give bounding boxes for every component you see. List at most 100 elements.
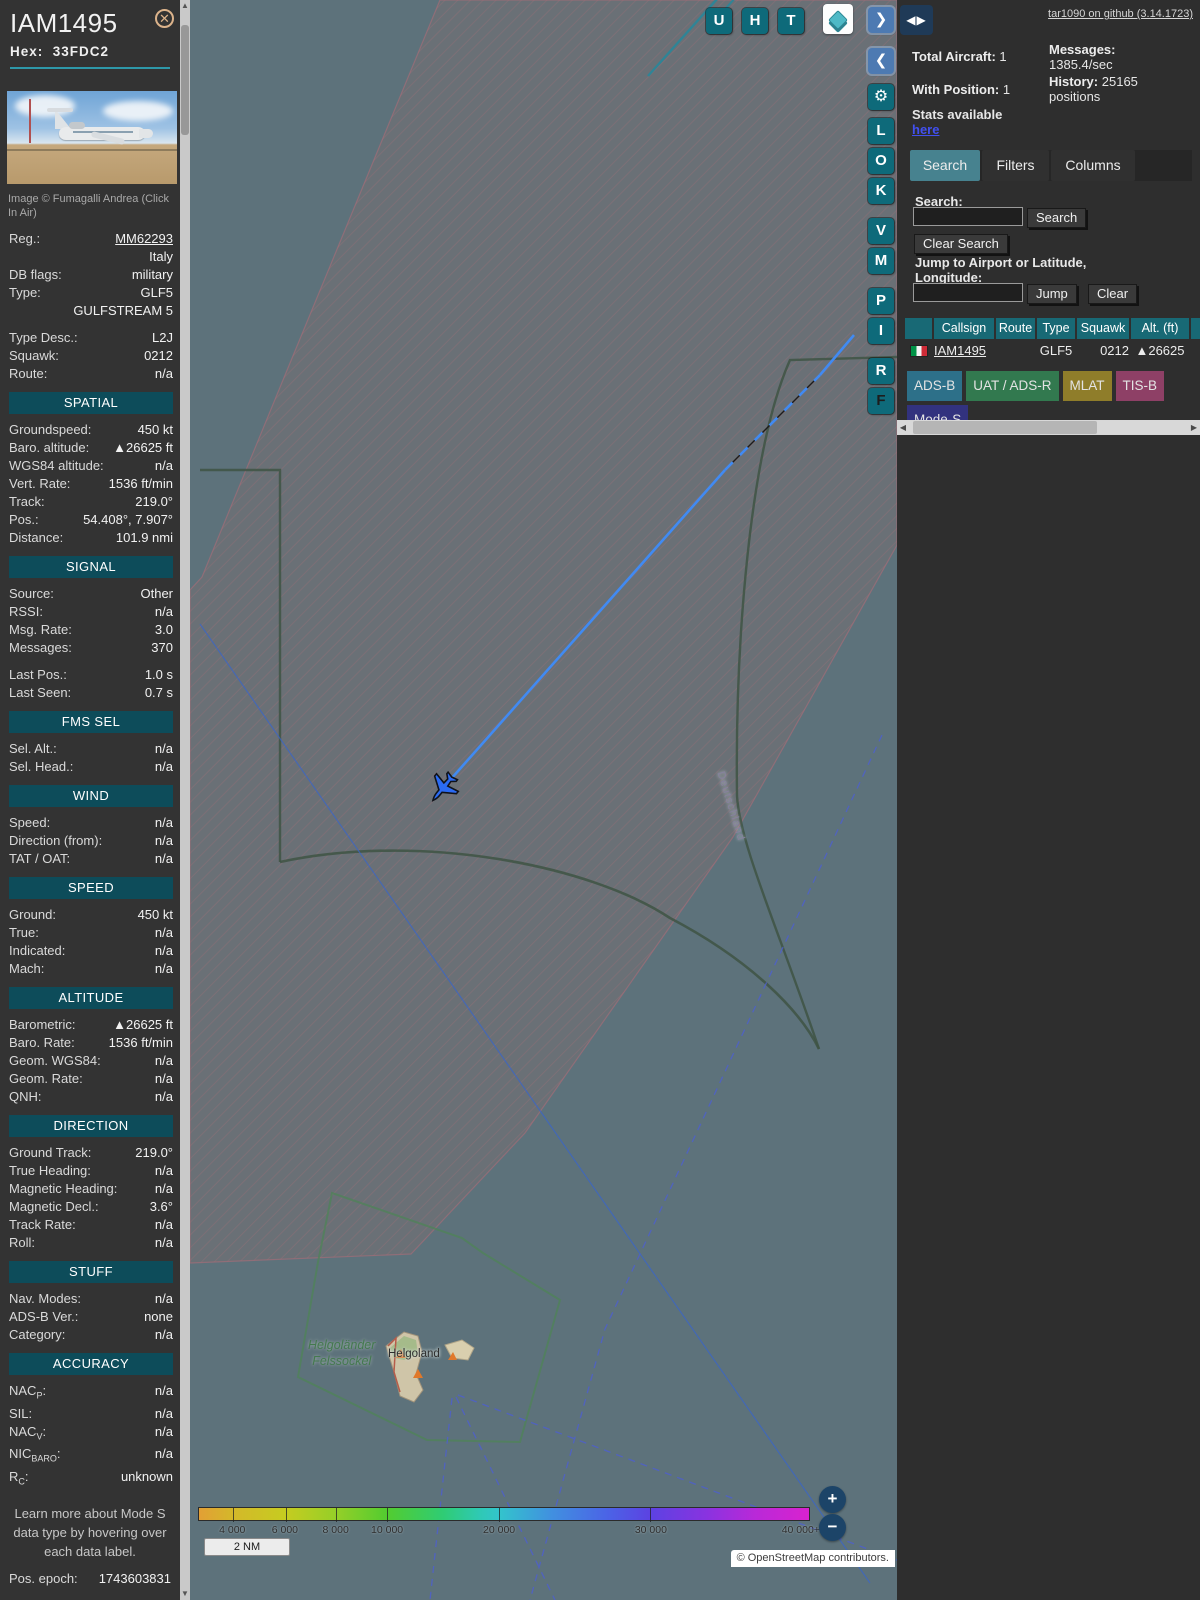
section-header-fms-sel: FMS SEL	[9, 711, 173, 733]
table-callsign-link[interactable]: IAM1495	[934, 343, 986, 358]
data-row: Baro. altitude: ▲26625 ft	[9, 440, 173, 455]
scroll-up-icon[interactable]: ▲	[180, 0, 190, 12]
data-row: Reg.: MM62293	[9, 230, 173, 248]
clear-jump-button[interactable]: Clear	[1088, 284, 1138, 304]
legend-chip-uatadsr[interactable]: UAT / ADS-R	[966, 371, 1059, 401]
data-value: GULFSTREAM 5	[73, 303, 173, 318]
github-link[interactable]: tar1090 on github (3.14.1723)	[1048, 8, 1193, 20]
table-cell: 0212	[1100, 343, 1129, 358]
jump-button[interactable]: Jump	[1027, 284, 1077, 304]
table-cell	[1191, 341, 1200, 363]
map[interactable]: Deutschland Helgoland Helgoländer Felsso…	[190, 0, 897, 1600]
data-value: 219.0°	[135, 1145, 173, 1160]
data-value: n/a	[154, 759, 173, 774]
altitude-tick-label: 8 000	[322, 1524, 349, 1536]
aircraft-marker[interactable]	[413, 758, 473, 818]
hscrollbar-thumb[interactable]	[913, 421, 1097, 434]
data-row: True: n/a	[9, 925, 173, 940]
data-value: n/a	[154, 1181, 173, 1196]
altitude-tick-label: 4 000	[219, 1524, 246, 1536]
jump-input[interactable]	[913, 283, 1023, 302]
table-header-row: CallsignRouteTypeSquawkAlt. (ft)Sp	[905, 318, 1200, 339]
map-button-L[interactable]: L	[868, 118, 894, 144]
tab-columns[interactable]: Columns	[1051, 150, 1135, 181]
column-header-flag[interactable]	[905, 318, 932, 339]
map-button-expand-right[interactable]: ❯	[868, 7, 894, 33]
map-button-U[interactable]: U	[706, 8, 732, 34]
data-value: 1.0 s	[144, 667, 173, 682]
column-header-Type[interactable]: Type	[1037, 318, 1075, 339]
data-value: military	[131, 267, 173, 282]
table-horizontal-scrollbar[interactable]: ◀ ▶	[897, 420, 1200, 435]
zoom-out-button[interactable]: −	[819, 1514, 846, 1541]
column-header-Alt. (ft)[interactable]: Alt. (ft)	[1131, 318, 1189, 339]
data-value: 3.0	[154, 622, 173, 637]
map-button-V[interactable]: V	[868, 218, 894, 244]
search-button[interactable]: Search	[1027, 208, 1087, 228]
data-row: Route: n/a	[9, 366, 173, 381]
zoom-in-button[interactable]: +	[819, 1486, 846, 1513]
altitude-tick-label: 10 000	[371, 1524, 404, 1536]
data-row: Sel. Head.: n/a	[9, 759, 173, 774]
data-value: n/a	[154, 833, 173, 848]
map-button-settings-gear[interactable]: ⚙	[868, 84, 894, 110]
stats-here-link[interactable]: here	[912, 122, 939, 137]
data-value: GLF5	[140, 285, 173, 300]
section-header-direction: DIRECTION	[9, 1115, 173, 1137]
data-value: n/a	[154, 1071, 173, 1086]
panel-toggle-button[interactable]: ◀▶	[900, 5, 933, 35]
tab-filters[interactable]: Filters	[982, 150, 1049, 181]
scroll-right-icon[interactable]: ▶	[1188, 420, 1200, 435]
map-button-P[interactable]: P	[868, 288, 894, 314]
data-value: n/a	[154, 925, 173, 940]
column-header-Squawk[interactable]: Squawk	[1077, 318, 1129, 339]
altitude-tick-label: 40 000+	[781, 1524, 820, 1536]
data-value[interactable]: MM62293	[115, 230, 173, 248]
clear-search-button[interactable]: Clear Search	[914, 234, 1008, 254]
data-value: n/a	[154, 741, 173, 756]
search-input[interactable]	[913, 207, 1023, 226]
layers-button[interactable]	[823, 4, 853, 34]
map-button-collapse-left[interactable]: ❮	[868, 48, 894, 74]
table-row[interactable]: IAM1495 GLF5 0212 ▲26625	[905, 341, 1200, 363]
data-value: unknown	[120, 1468, 173, 1484]
column-header-Route[interactable]: Route	[996, 318, 1035, 339]
column-header-Callsign[interactable]: Callsign	[934, 318, 994, 339]
data-row: Track Rate: n/a	[9, 1217, 173, 1232]
table-cell: ▲26625	[1135, 343, 1185, 358]
legend-chip-adsb[interactable]: ADS-B	[907, 371, 963, 401]
aircraft-data-rows: Reg.: MM62293 Italy DB flags: military T…	[0, 222, 180, 1490]
data-value: n/a	[154, 1327, 173, 1342]
map-button-O[interactable]: O	[868, 148, 894, 174]
data-row: Italy	[9, 248, 173, 266]
map-button-T[interactable]: T	[778, 8, 804, 34]
map-scale-bar: 2 NM	[204, 1538, 290, 1556]
map-button-I[interactable]: I	[868, 318, 894, 344]
close-icon[interactable]: ✕	[155, 9, 174, 28]
scrollbar-thumb[interactable]	[181, 25, 189, 135]
map-button-R[interactable]: R	[868, 358, 894, 384]
data-row: QNH: n/a	[9, 1089, 173, 1104]
tab-search[interactable]: Search	[910, 150, 980, 181]
aircraft-photo[interactable]	[7, 91, 177, 184]
data-row: Speed: n/a	[9, 815, 173, 830]
tab-bar: Search Filters Columns	[910, 150, 1192, 181]
scroll-down-icon[interactable]: ▼	[180, 1588, 190, 1600]
map-attribution[interactable]: © OpenStreetMap contributors.	[730, 1550, 895, 1567]
table-cell	[996, 341, 1035, 363]
legend-chip-mlat[interactable]: MLAT	[1062, 371, 1112, 401]
data-row: Ground: 450 kt	[9, 907, 173, 922]
column-header-Sp[interactable]: Sp	[1191, 318, 1200, 339]
jump-label: Jump to Airport or Latitude, Longitude:	[915, 255, 1087, 285]
legend-chip-tisb[interactable]: TIS-B	[1115, 371, 1165, 401]
map-button-K[interactable]: K	[868, 178, 894, 204]
map-button-M[interactable]: M	[868, 248, 894, 274]
map-button-F[interactable]: F	[868, 388, 894, 414]
scroll-left-icon[interactable]: ◀	[897, 420, 909, 435]
data-value: none	[144, 1309, 173, 1324]
data-value: 450 kt	[137, 907, 173, 922]
map-button-H[interactable]: H	[742, 8, 768, 34]
data-row: Last Seen: 0.7 s	[9, 685, 173, 700]
sidebar-scrollbar[interactable]: ▲ ▼	[180, 0, 190, 1600]
data-row: Baro. Rate: 1536 ft/min	[9, 1035, 173, 1050]
